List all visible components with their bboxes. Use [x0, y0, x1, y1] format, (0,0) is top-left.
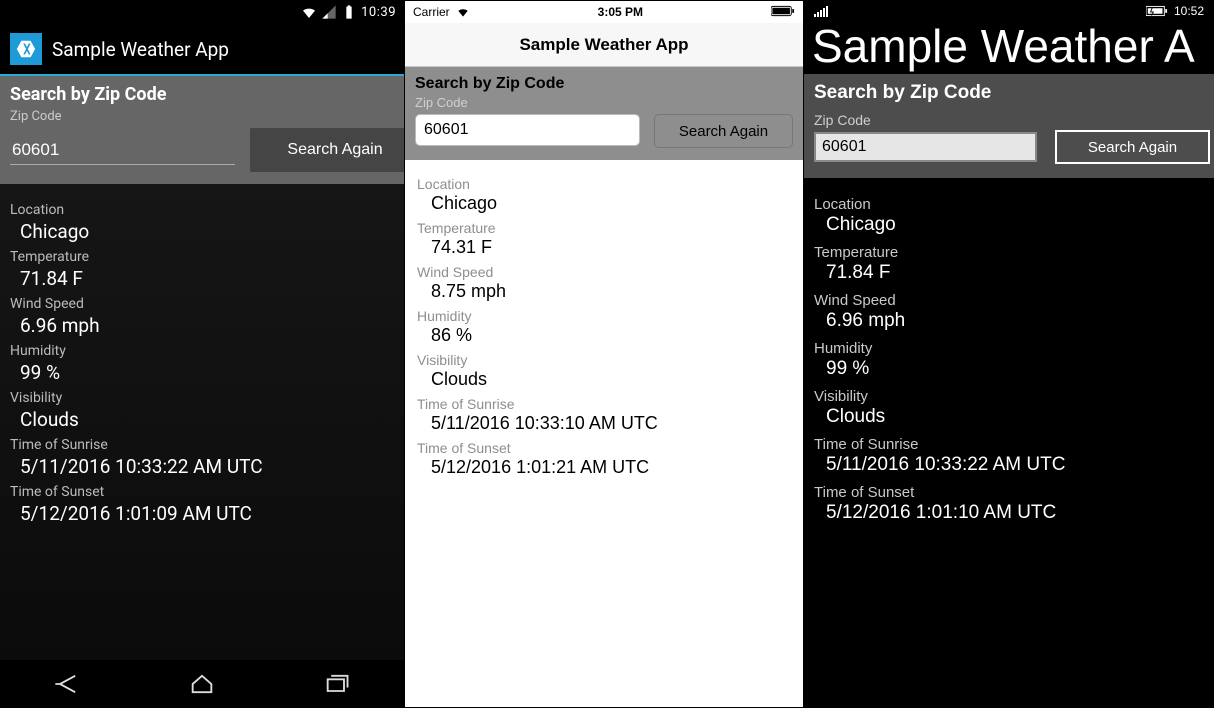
- windows-phone: 10:52 Sample Weather A Search by Zip Cod…: [804, 0, 1214, 708]
- ios-results: Location Chicago Temperature 74.31 F Win…: [405, 160, 803, 492]
- xamarin-logo-icon: [10, 33, 42, 65]
- wifi-icon: [456, 5, 470, 19]
- search-again-button[interactable]: Search Again: [654, 114, 793, 148]
- sunrise-label: Time of Sunrise: [417, 396, 791, 412]
- location-value: Chicago: [20, 220, 394, 243]
- ios-search-panel: Search by Zip Code Zip Code Search Again: [405, 67, 803, 160]
- wp-statusbar: 10:52: [804, 0, 1214, 22]
- location-label: Location: [814, 196, 1204, 213]
- battery-icon: [341, 4, 357, 20]
- sunset-value: 5/12/2016 1:01:21 AM UTC: [431, 457, 791, 478]
- humidity-label: Humidity: [10, 343, 394, 359]
- wind-label: Wind Speed: [417, 264, 791, 280]
- sunset-value: 5/12/2016 1:01:09 AM UTC: [20, 502, 394, 525]
- wind-value: 8.75 mph: [431, 281, 791, 302]
- visibility-label: Visibility: [814, 388, 1204, 405]
- app-title: Sample Weather App: [519, 35, 688, 55]
- zip-label: Zip Code: [814, 112, 1204, 128]
- search-heading: Search by Zip Code: [814, 82, 1204, 104]
- humidity-value: 86 %: [431, 325, 791, 346]
- temperature-value: 71.84 F: [20, 267, 394, 290]
- humidity-label: Humidity: [417, 308, 791, 324]
- location-label: Location: [10, 202, 394, 218]
- location-value: Chicago: [431, 193, 791, 214]
- app-title: Sample Weather A: [804, 22, 1214, 74]
- wind-label: Wind Speed: [10, 296, 394, 312]
- sunrise-value: 5/11/2016 10:33:22 AM UTC: [20, 455, 394, 478]
- wind-label: Wind Speed: [814, 292, 1204, 309]
- sunset-label: Time of Sunset: [10, 484, 394, 500]
- wifi-icon: [301, 4, 317, 20]
- sunrise-label: Time of Sunrise: [10, 437, 394, 453]
- search-again-button[interactable]: Search Again: [250, 128, 404, 172]
- android-statusbar: 10:39: [0, 0, 404, 24]
- app-title: Sample Weather App: [52, 38, 229, 61]
- humidity-value: 99 %: [20, 361, 394, 384]
- visibility-value: Clouds: [826, 406, 1204, 428]
- temperature-value: 74.31 F: [431, 237, 791, 258]
- humidity-label: Humidity: [814, 340, 1204, 357]
- sunset-label: Time of Sunset: [417, 440, 791, 456]
- signal-icon: [321, 4, 337, 20]
- recents-icon[interactable]: [323, 670, 351, 698]
- temperature-label: Temperature: [417, 220, 791, 236]
- location-label: Location: [417, 176, 791, 192]
- sunrise-value: 5/11/2016 10:33:22 AM UTC: [826, 454, 1204, 476]
- sunset-label: Time of Sunset: [814, 484, 1204, 501]
- zip-input[interactable]: [10, 136, 235, 165]
- carrier-label: Carrier: [413, 5, 450, 19]
- zip-input[interactable]: [415, 114, 640, 146]
- zip-label: Zip Code: [10, 109, 394, 124]
- status-time: 10:39: [361, 5, 396, 20]
- wp-search-panel: Search by Zip Code Zip Code Search Again: [804, 74, 1214, 178]
- android-search-panel: Search by Zip Code Zip Code Search Again: [0, 76, 404, 184]
- visibility-value: Clouds: [431, 369, 791, 390]
- wind-value: 6.96 mph: [826, 310, 1204, 332]
- status-time: 10:52: [1174, 4, 1204, 18]
- android-appbar: Sample Weather App: [0, 24, 404, 76]
- location-value: Chicago: [826, 214, 1204, 236]
- temperature-label: Temperature: [814, 244, 1204, 261]
- signal-icon: [814, 5, 828, 17]
- battery-icon: [771, 5, 795, 17]
- android-phone: 10:39 Sample Weather App Search by Zip C…: [0, 0, 404, 708]
- ios-statusbar: Carrier 3:05 PM: [405, 1, 803, 23]
- wp-results: Location Chicago Temperature 71.84 F Win…: [804, 178, 1214, 536]
- back-icon[interactable]: [53, 670, 81, 698]
- temperature-label: Temperature: [10, 249, 394, 265]
- search-heading: Search by Zip Code: [10, 84, 394, 105]
- search-heading: Search by Zip Code: [415, 75, 793, 93]
- zip-label: Zip Code: [415, 95, 793, 110]
- ios-phone: Carrier 3:05 PM Sample Weather App Searc…: [404, 0, 804, 708]
- sunrise-label: Time of Sunrise: [814, 436, 1204, 453]
- humidity-value: 99 %: [826, 358, 1204, 380]
- visibility-label: Visibility: [417, 352, 791, 368]
- sunrise-value: 5/11/2016 10:33:10 AM UTC: [431, 413, 791, 434]
- battery-icon: [1146, 5, 1168, 17]
- sunset-value: 5/12/2016 1:01:10 AM UTC: [826, 502, 1204, 524]
- android-navbar: [0, 660, 404, 708]
- home-icon[interactable]: [188, 670, 216, 698]
- temperature-value: 71.84 F: [826, 262, 1204, 284]
- visibility-value: Clouds: [20, 408, 394, 431]
- search-again-button[interactable]: Search Again: [1055, 130, 1210, 164]
- android-results: Location Chicago Temperature 71.84 F Win…: [0, 184, 404, 541]
- wind-value: 6.96 mph: [20, 314, 394, 337]
- status-time: 3:05 PM: [598, 5, 643, 19]
- visibility-label: Visibility: [10, 390, 394, 406]
- ios-header: Sample Weather App: [405, 23, 803, 67]
- zip-input[interactable]: [814, 132, 1037, 162]
